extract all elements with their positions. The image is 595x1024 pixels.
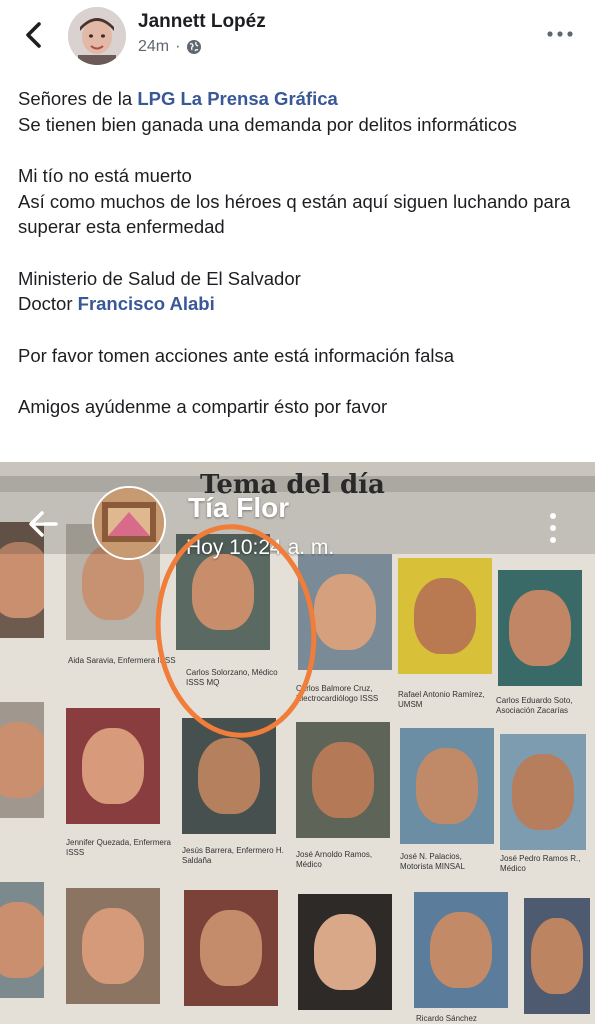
photo-tile [414, 892, 508, 1008]
photo-caption: Carlos Eduardo Soto, Asociación Zacarías [496, 696, 573, 715]
post-line: Mi tío no está muerto [18, 165, 192, 186]
arrow-left-icon [29, 511, 58, 537]
photo-caption: Jesús Barrera, Enfermero H. Saldaña [182, 846, 284, 865]
globe-icon [187, 40, 202, 54]
post-line: Por favor tomen acciones ante está infor… [18, 344, 455, 366]
photo-tile [0, 882, 44, 998]
photo-tile [398, 558, 492, 674]
photo-tile [498, 570, 582, 686]
photo-tile [400, 728, 494, 844]
photo-tile [0, 702, 44, 818]
post-text-segment: Señores de la [18, 88, 138, 109]
post-line: Así como muchos de los héroes q están aq… [18, 190, 571, 238]
photo-caption: Jennifer Quezada, Enfermera ISSS [66, 838, 171, 857]
photo-caption: Ricardo Sánchez [416, 1014, 477, 1023]
mention-lpg[interactable]: LPG La Prensa Gráfica [137, 88, 338, 109]
author-name[interactable]: Jannett Lopéz [138, 11, 266, 33]
photo-tile [66, 708, 160, 824]
photo-caption: José Pedro Ramos R., Médico [500, 854, 581, 873]
photo-caption: José N. Palacios, Motorista MINSAL [400, 852, 465, 871]
photo-caption: Rafael Antonio Ramírez, UMSM [398, 690, 485, 709]
overlay-avatar [92, 486, 166, 560]
post-meta: 24m · [138, 38, 202, 56]
post-line: Doctor Francisco Alabi [18, 291, 578, 317]
photo-tile [296, 722, 390, 838]
author-avatar[interactable] [68, 7, 126, 65]
more-horizontal-icon[interactable] [546, 26, 574, 42]
photo-tile [524, 898, 590, 1014]
post-line: Señores de la LPG La Prensa Gráfica [18, 86, 578, 112]
photo-tile [184, 890, 278, 1006]
post-line: Ministerio de Salud de El Salvador [18, 267, 301, 289]
photo-tile [66, 888, 160, 1004]
photo-tile [298, 894, 392, 1010]
post-time[interactable]: 24m [138, 38, 169, 56]
photo-tile [500, 734, 586, 850]
mention-francisco-alabi[interactable]: Francisco Alabi [78, 293, 215, 314]
overlay-contact-name: Tía Flor [188, 492, 290, 523]
post-header: Jannett Lopéz 24m · [0, 0, 595, 80]
photo-caption: José Arnoldo Ramos, Médico [296, 850, 373, 869]
post-line: Se tienen bien ganada una demanda por de… [18, 113, 517, 135]
meta-separator: · [175, 38, 181, 55]
post-text-segment: Doctor [18, 293, 78, 314]
photo-caption: Carlos Balmore Cruz, Electrocardiólogo I… [296, 684, 379, 703]
more-vertical-icon [550, 513, 556, 543]
chevron-left-icon[interactable] [22, 20, 46, 50]
post-text: Señores de la LPG La Prensa Gráfica Se t… [18, 86, 578, 420]
post-photo[interactable]: Tema del día Carlos Solorzano, Médico IS… [0, 462, 595, 1024]
post-line: Amigos ayúdenme a compartir ésto por fav… [18, 396, 388, 417]
